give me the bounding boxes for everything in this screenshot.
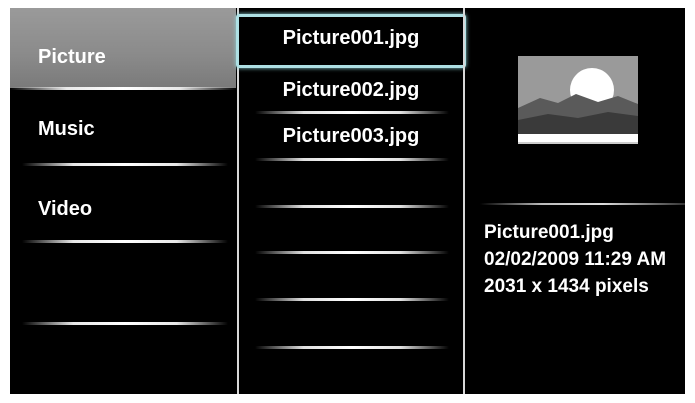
preview-filename: Picture001.jpg [484, 222, 614, 243]
file-item-picture003[interactable]: Picture003.jpg [239, 116, 463, 162]
file-item-label: Picture002.jpg [282, 79, 420, 101]
file-divider [255, 346, 449, 349]
media-browser-screen: Picture Music Video Picture001.jpg Pictu… [10, 8, 685, 394]
menu-item-picture[interactable]: Picture [10, 8, 236, 90]
file-divider [255, 158, 449, 161]
menu-divider [22, 240, 228, 243]
file-item-label: Picture003.jpg [282, 125, 420, 147]
menu-divider [10, 87, 236, 90]
file-divider [255, 251, 449, 254]
menu-item-music[interactable]: Music [10, 91, 236, 171]
menu-divider [22, 163, 228, 166]
file-item-picture002[interactable]: Picture002.jpg [239, 70, 463, 116]
menu-item-empty [10, 253, 236, 333]
landscape-thumbnail-icon [518, 56, 638, 144]
file-item-picture001[interactable]: Picture001.jpg [236, 14, 466, 68]
menu-item-label: Music [38, 118, 95, 140]
file-divider [255, 298, 449, 301]
preview-dimensions: 2031 x 1434 pixels [484, 276, 649, 297]
preview-datetime: 02/02/2009 11:29 AM [484, 249, 667, 270]
column-divider [463, 8, 465, 394]
file-item-label: Picture001.jpg [282, 27, 420, 49]
file-divider [255, 205, 449, 208]
menu-item-label: Video [38, 198, 93, 220]
menu-item-video[interactable]: Video [10, 171, 236, 251]
info-divider [480, 203, 685, 205]
menu-divider [22, 322, 228, 325]
file-divider [255, 111, 449, 114]
